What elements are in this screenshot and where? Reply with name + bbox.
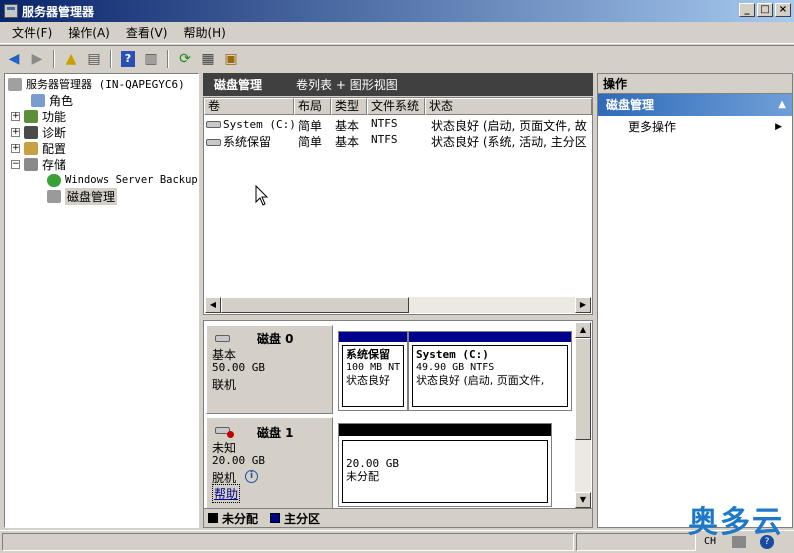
tree-node-storage[interactable]: − 存储 [11,156,66,172]
disk-graphical-view: 磁盘 0 基本 50.00 GB 联机 系统保留 100 MB NT 状态良好 … [203,320,593,528]
expand-icon[interactable]: + [11,127,20,137]
forward-icon[interactable]: ▶ [27,49,47,69]
submenu-arrow-icon: ▶ [775,122,782,132]
partition-system-reserved[interactable]: 系统保留 100 MB NT 状态良好 [338,331,408,411]
help-icon[interactable]: ? [118,49,138,69]
tree-node-windows-server-backup[interactable]: Windows Server Backup [47,172,198,188]
vertical-scrollbar[interactable]: ▲ ▼ [575,322,591,508]
table-row[interactable]: 系统保留 简单 基本 NTFS 状态良好 (系统, 活动, 主分区 [204,132,592,149]
offline-indicator-icon [227,431,234,438]
export-icon[interactable]: ▣ [221,49,241,69]
scroll-left-button[interactable]: ◀ [205,297,221,313]
minimize-button[interactable]: _ [739,3,755,17]
properties-icon[interactable]: ▦ [198,49,218,69]
more-actions-item[interactable]: 更多操作 ▶ [598,116,792,136]
navigation-tree: 服务器管理器 (IN-QAPEGYC6) 角色 + 功能 + 诊断 + 配置 −… [4,73,199,528]
column-header-volume[interactable]: 卷 [204,98,294,115]
tree-node-roles[interactable]: 角色 [31,92,73,108]
mouse-pointer-icon [255,185,269,206]
actions-header: 操作 [598,74,792,94]
features-icon [24,109,38,123]
expand-icon[interactable]: + [11,143,20,153]
disk-0-label[interactable]: 磁盘 0 基本 50.00 GB 联机 [206,325,333,414]
menu-help[interactable]: 帮助(H) [175,24,233,41]
diagnostics-icon [24,125,38,139]
scroll-right-button[interactable]: ▶ [575,297,591,313]
scroll-thumb[interactable] [575,338,591,440]
menu-action[interactable]: 操作(A) [60,24,118,41]
window-title: 服务器管理器 [22,4,95,19]
center-title: 磁盘管理 [214,78,263,92]
toolbar: ◀ ▶ ▲ ▤ ? ▥ ⟳ ▦ ▣ [0,45,794,71]
show-hide-action-pane-icon[interactable]: ▥ [141,49,161,69]
disk-icon [215,335,230,342]
tree-node-features[interactable]: + 功能 [11,108,66,124]
partition-system-c[interactable]: System (C:) 49.90 GB NTFS 状态良好 (启动, 页面文件… [408,331,572,411]
volume-list: 卷 布局 类型 文件系统 状态 System (C:) 简单 基本 NTFS 状… [203,97,593,315]
server-manager-icon [4,4,18,18]
tree-node-disk-management[interactable]: 磁盘管理 [47,187,118,205]
status-bar: CH ? [0,530,794,553]
collapse-icon[interactable]: ▲ [778,94,786,116]
table-row[interactable]: System (C:) 简单 基本 NTFS 状态良好 (启动, 页面文件, 故 [204,116,592,133]
actions-group-disk-management[interactable]: 磁盘管理 ▲ [598,94,792,116]
actions-pane: 操作 磁盘管理 ▲ 更多操作 ▶ [597,73,793,528]
collapse-icon[interactable]: − [11,159,20,169]
tree-node-diagnostics[interactable]: + 诊断 [11,124,66,140]
drive-icon [206,121,221,128]
close-button[interactable]: × [775,3,791,17]
tree-node-configuration[interactable]: + 配置 [11,140,66,156]
scroll-up-button[interactable]: ▲ [575,322,591,338]
menu-bar: 文件(F) 操作(A) 查看(V) 帮助(H) [0,22,794,44]
legend-swatch-unallocated [208,513,218,523]
view-mode-label: 卷列表 + 图形视图 [296,78,398,92]
scroll-down-button[interactable]: ▼ [575,492,591,508]
tree-node-server-manager[interactable]: 服务器管理器 (IN-QAPEGYC6) [8,76,185,92]
menu-view[interactable]: 查看(V) [118,24,176,41]
status-panel [576,533,696,551]
drive-icon [206,139,221,146]
partition-unallocated[interactable]: 20.00 GB 未分配 [338,423,552,507]
center-pane-header: 磁盘管理 卷列表 + 图形视图 [203,73,593,96]
horizontal-scrollbar[interactable]: ◀ ▶ [205,297,591,313]
title-bar: 服务器管理器 _ □ × [0,0,794,22]
disk-management-icon [47,189,61,203]
info-icon[interactable]: i [245,470,258,483]
status-panel [2,533,574,551]
disk-1-label[interactable]: 磁盘 1 未知 20.00 GB 脱机 i 帮助 [206,417,333,509]
expand-icon[interactable]: + [11,111,20,121]
refresh-icon[interactable]: ⟳ [175,49,195,69]
up-folder-icon[interactable]: ▲ [61,49,81,69]
column-header-status[interactable]: 状态 [425,98,592,115]
legend-swatch-primary [270,513,281,523]
scroll-thumb[interactable] [221,297,409,313]
configuration-icon [24,141,38,155]
backup-icon [47,173,61,187]
column-header-type[interactable]: 类型 [331,98,367,115]
legend: 未分配 主分区 [204,508,592,527]
column-header-filesystem[interactable]: 文件系统 [367,98,425,115]
storage-icon [24,157,38,171]
maximize-button[interactable]: □ [757,3,773,17]
help-link[interactable]: 帮助 [212,484,241,503]
menu-file[interactable]: 文件(F) [4,24,60,41]
show-hide-tree-icon[interactable]: ▤ [84,49,104,69]
server-icon [8,77,22,91]
back-icon[interactable]: ◀ [4,49,24,69]
column-header-layout[interactable]: 布局 [294,98,331,115]
watermark: 奥多云 [688,505,784,540]
roles-icon [31,93,45,107]
